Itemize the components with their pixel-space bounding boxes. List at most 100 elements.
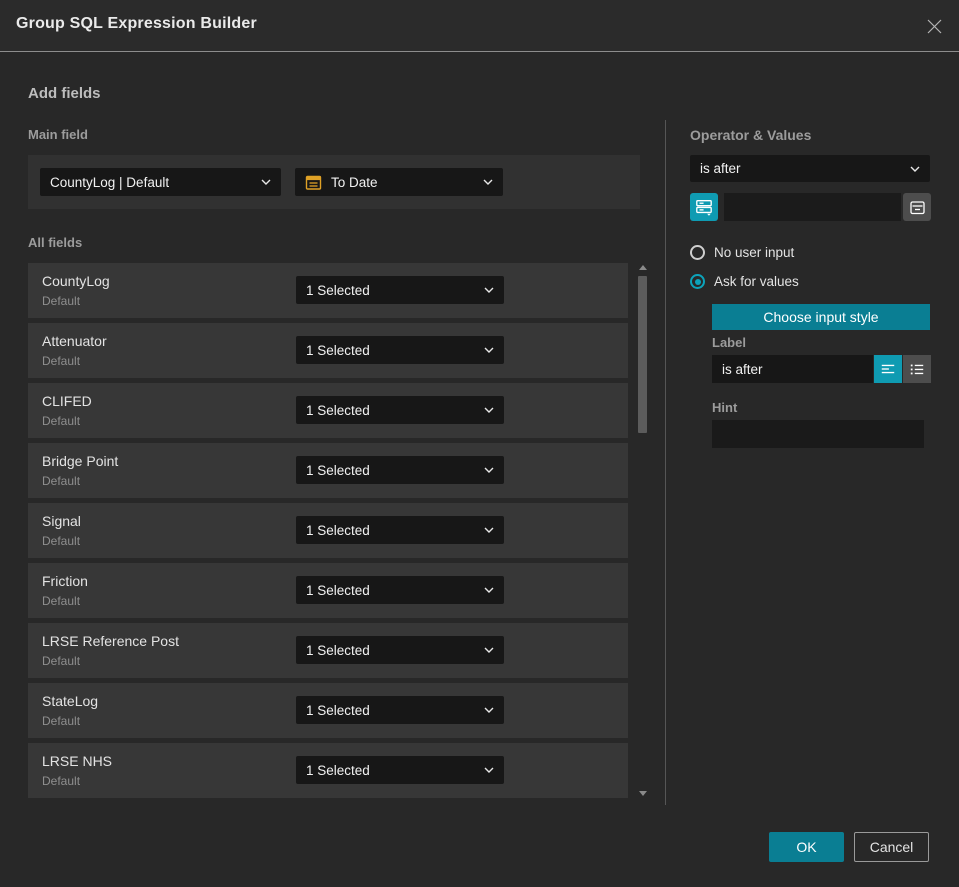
label-field-label: Label — [712, 335, 746, 350]
field-name: LRSE Reference Post — [42, 633, 179, 649]
field-type: Default — [42, 534, 81, 548]
field-selection-dropdown[interactable]: 1 Selected — [296, 576, 504, 604]
hint-field-label: Hint — [712, 400, 738, 415]
calendar-icon — [909, 199, 926, 216]
list-scrollbar[interactable] — [637, 263, 649, 798]
chevron-down-icon — [484, 467, 494, 473]
field-selection-value: 1 Selected — [306, 282, 370, 298]
add-fields-heading: Add fields — [28, 85, 101, 102]
field-selection-dropdown[interactable]: 1 Selected — [296, 516, 504, 544]
close-icon — [926, 18, 943, 35]
chevron-down-icon — [484, 767, 494, 773]
field-row: LRSE Reference Post Default 1 Selected — [28, 623, 628, 678]
field-row: Signal Default 1 Selected — [28, 503, 628, 558]
chevron-down-icon — [484, 527, 494, 533]
field-selection-value: 1 Selected — [306, 762, 370, 778]
field-type: Default — [42, 714, 81, 728]
field-selection-dropdown[interactable]: 1 Selected — [296, 396, 504, 424]
value-source-button[interactable] — [690, 193, 718, 221]
field-name: Attenuator — [42, 333, 107, 349]
operator-dropdown[interactable]: is after — [690, 155, 930, 182]
label-input[interactable] — [712, 355, 873, 383]
all-fields-label: All fields — [28, 235, 83, 250]
main-field-dropdown-value: CountyLog | Default — [50, 174, 170, 190]
field-selection-dropdown[interactable]: 1 Selected — [296, 336, 504, 364]
operator-value-input[interactable] — [724, 193, 901, 221]
chevron-down-icon — [484, 647, 494, 653]
main-date-dropdown-value: To Date — [331, 174, 378, 190]
field-name: StateLog — [42, 693, 99, 709]
field-selection-dropdown[interactable]: 1 Selected — [296, 696, 504, 724]
scroll-up-icon[interactable] — [639, 265, 647, 270]
field-name: LRSE NHS — [42, 753, 113, 769]
calendar-icon — [305, 174, 322, 191]
radio-no-user-input[interactable]: No user input — [690, 245, 794, 260]
field-selection-value: 1 Selected — [306, 402, 370, 418]
field-name: CLIFED — [42, 393, 92, 409]
field-selection-dropdown[interactable]: 1 Selected — [296, 456, 504, 484]
field-row: CountyLog Default 1 Selected — [28, 263, 628, 318]
chevron-down-icon — [261, 179, 271, 185]
chevron-down-icon — [484, 407, 494, 413]
single-line-input-style-button[interactable] — [874, 355, 902, 383]
date-picker-button[interactable] — [903, 193, 931, 221]
chevron-down-icon — [483, 179, 493, 185]
radio-ask-for-values[interactable]: Ask for values — [690, 274, 799, 289]
field-selection-value: 1 Selected — [306, 342, 370, 358]
hint-input[interactable] — [712, 420, 924, 448]
field-row: Friction Default 1 Selected — [28, 563, 628, 618]
field-selection-value: 1 Selected — [306, 702, 370, 718]
field-selection-dropdown[interactable]: 1 Selected — [296, 636, 504, 664]
chevron-down-icon — [484, 287, 494, 293]
field-type: Default — [42, 414, 81, 428]
field-row: Bridge Point Default 1 Selected — [28, 443, 628, 498]
dialog-title: Group SQL Expression Builder — [16, 15, 257, 32]
cancel-button[interactable]: Cancel — [854, 832, 929, 862]
radio-icon — [690, 245, 705, 260]
field-name: Signal — [42, 513, 81, 529]
chevron-down-icon — [484, 347, 494, 353]
all-fields-list: CountyLog Default 1 Selected Attenuator … — [28, 263, 628, 803]
radio-no-user-input-label: No user input — [714, 245, 795, 260]
dialog-titlebar: Group SQL Expression Builder — [0, 0, 959, 52]
field-type: Default — [42, 354, 81, 368]
field-row: StateLog Default 1 Selected — [28, 683, 628, 738]
list-input-icon — [909, 361, 925, 377]
scroll-down-icon[interactable] — [639, 791, 647, 796]
field-selection-value: 1 Selected — [306, 642, 370, 658]
operator-values-heading: Operator & Values — [690, 127, 812, 143]
list-input-style-button[interactable] — [903, 355, 931, 383]
main-date-dropdown[interactable]: To Date — [295, 168, 503, 196]
main-field-label: Main field — [28, 127, 88, 142]
field-row: LRSE NHS Default 1 Selected — [28, 743, 628, 798]
scrollbar-thumb[interactable] — [638, 276, 647, 433]
field-name: Friction — [42, 573, 88, 589]
field-type: Default — [42, 294, 81, 308]
field-row: CLIFED Default 1 Selected — [28, 383, 628, 438]
group-sql-expression-builder-dialog: Group SQL Expression Builder Add fields … — [0, 0, 959, 887]
field-selection-dropdown[interactable]: 1 Selected — [296, 276, 504, 304]
field-type: Default — [42, 474, 81, 488]
field-type: Default — [42, 594, 81, 608]
main-field-bar: CountyLog | Default To Date — [28, 155, 640, 209]
operator-dropdown-value: is after — [700, 161, 741, 176]
choose-input-style-button[interactable]: Choose input style — [712, 304, 930, 330]
radio-icon — [690, 274, 705, 289]
field-type: Default — [42, 654, 81, 668]
field-selection-value: 1 Selected — [306, 462, 370, 478]
ok-button[interactable]: OK — [769, 832, 844, 862]
close-button[interactable] — [922, 14, 946, 38]
panel-divider — [665, 120, 666, 805]
chevron-down-icon — [484, 587, 494, 593]
radio-ask-for-values-label: Ask for values — [714, 274, 799, 289]
field-type: Default — [42, 774, 81, 788]
field-name: Bridge Point — [42, 453, 119, 469]
field-name: CountyLog — [42, 273, 110, 289]
field-row: Attenuator Default 1 Selected — [28, 323, 628, 378]
field-selection-dropdown[interactable]: 1 Selected — [296, 756, 504, 784]
main-field-dropdown[interactable]: CountyLog | Default — [40, 168, 281, 196]
field-selection-value: 1 Selected — [306, 522, 370, 538]
chevron-down-icon — [910, 166, 920, 172]
single-line-input-icon — [880, 361, 896, 377]
field-selection-value: 1 Selected — [306, 582, 370, 598]
